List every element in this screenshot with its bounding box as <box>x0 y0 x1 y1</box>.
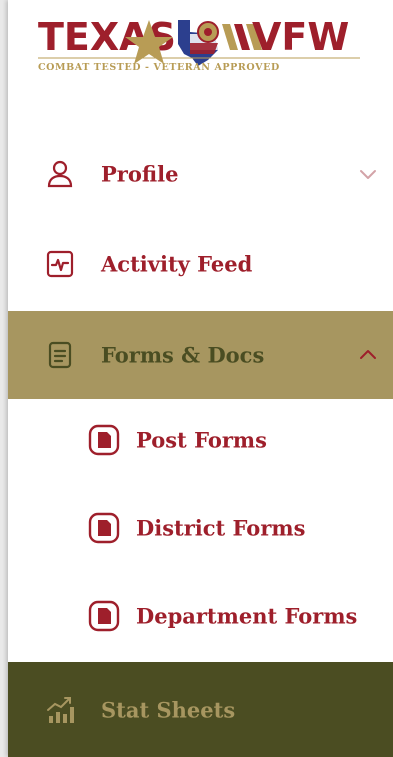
bar-chart-trend-icon <box>44 694 76 726</box>
menu-item-activity-feed-label: Activity Feed <box>101 251 253 277</box>
form-badge-icon <box>88 424 120 456</box>
logo-tagline: COMBAT TESTED - VETERAN APPROVED <box>38 62 280 73</box>
form-badge-icon <box>88 512 120 544</box>
submenu-item-district-forms-label: District Forms <box>136 515 306 541</box>
navigation-drawer: TEXAS VFW COMBAT TESTED - VETERAN APPROV… <box>8 0 393 757</box>
menu-item-profile-label: Profile <box>101 161 179 187</box>
document-icon <box>44 339 76 371</box>
menu-item-forms-docs[interactable]: Forms & Docs <box>8 311 393 399</box>
activity-pulse-icon <box>44 248 76 280</box>
menu-item-stat-sheets[interactable]: Stat Sheets <box>8 662 393 757</box>
texas-vfw-logo[interactable]: TEXAS VFW COMBAT TESTED - VETERAN APPROV… <box>38 10 373 75</box>
menu-item-profile[interactable]: Profile <box>8 130 393 218</box>
logo-vfw-text: VFW <box>252 15 349 59</box>
form-badge-icon <box>88 600 120 632</box>
submenu-item-department-forms-label: Department Forms <box>136 603 358 629</box>
submenu-item-department-forms[interactable]: Department Forms <box>8 586 393 646</box>
chevron-down-icon[interactable] <box>357 163 379 185</box>
submenu-item-post-forms[interactable]: Post Forms <box>8 410 393 470</box>
menu-item-forms-docs-label: Forms & Docs <box>101 342 265 368</box>
user-icon <box>44 158 76 190</box>
menu-item-activity-feed[interactable]: Activity Feed <box>8 220 393 308</box>
chevron-up-icon[interactable] <box>357 344 379 366</box>
submenu-item-district-forms[interactable]: District Forms <box>8 498 393 558</box>
menu-item-stat-sheets-label: Stat Sheets <box>101 697 236 722</box>
submenu-item-post-forms-label: Post Forms <box>136 427 267 453</box>
